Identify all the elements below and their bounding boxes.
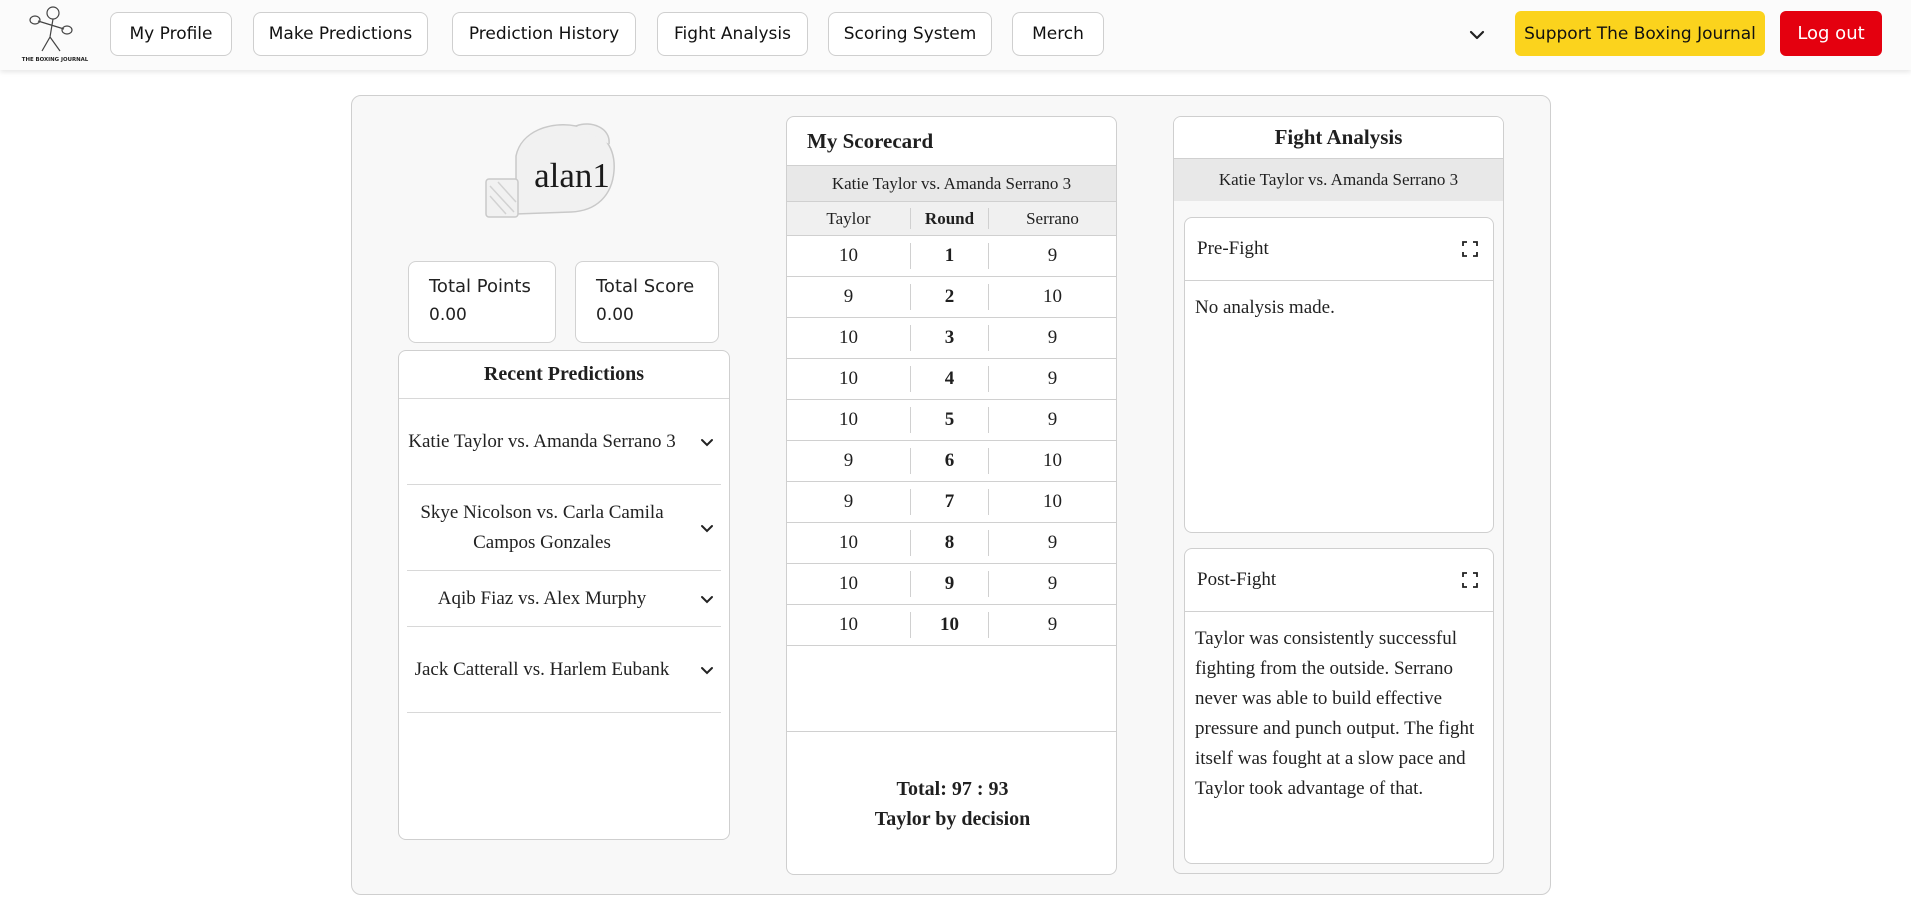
post-fight-header: Post-Fight xyxy=(1185,549,1493,612)
total-score-value: 0.00 xyxy=(596,305,634,325)
prediction-item[interactable]: Jack Catterall vs. Harlem Eubank xyxy=(407,627,721,713)
score-right: 9 xyxy=(1047,245,1058,266)
scorecard-row: 10 9 9 xyxy=(787,564,1116,605)
scorecard-result: Taylor by decision xyxy=(874,808,1031,830)
chevron-down-icon[interactable] xyxy=(699,434,715,450)
total-points-card: Total Points 0.00 xyxy=(408,261,556,343)
round-number: 3 xyxy=(911,325,989,351)
expand-icon[interactable] xyxy=(1461,240,1479,258)
nav-prediction-history[interactable]: Prediction History xyxy=(452,12,636,56)
support-button[interactable]: Support The Boxing Journal xyxy=(1515,11,1765,56)
round-number: 6 xyxy=(911,448,989,474)
scorecard-row: 10 10 9 xyxy=(787,605,1116,646)
score-left: 10 xyxy=(787,243,911,269)
round-number: 10 xyxy=(911,612,989,638)
scorecard-row: 9 7 10 xyxy=(787,482,1116,523)
round-number: 1 xyxy=(911,243,989,269)
top-navbar: THE BOXING JOURNAL My Profile Make Predi… xyxy=(0,0,1911,70)
fight-analysis-title: Fight Analysis xyxy=(1174,117,1503,158)
scorecard-header-row: Taylor Round Serrano xyxy=(787,201,1116,236)
chevron-down-icon[interactable] xyxy=(699,662,715,678)
total-score-card: Total Score 0.00 xyxy=(575,261,719,343)
score-left: 10 xyxy=(787,571,911,597)
header-round: Round xyxy=(911,208,989,229)
score-right: 10 xyxy=(1043,286,1062,307)
recent-predictions-title: Recent Predictions xyxy=(399,351,729,399)
score-left: 9 xyxy=(787,284,911,310)
scorecard-row: 10 1 9 xyxy=(787,236,1116,277)
pre-fight-card: Pre-Fight No analysis made. xyxy=(1184,217,1494,533)
scorecard-row: 9 2 10 xyxy=(787,277,1116,318)
scorecard-row: 10 4 9 xyxy=(787,359,1116,400)
score-right: 9 xyxy=(1047,327,1058,348)
round-number: 4 xyxy=(911,366,989,392)
nav-scoring-system[interactable]: Scoring System xyxy=(828,12,992,56)
logo-text: THE BOXING JOURNAL xyxy=(22,57,89,63)
round-number: 5 xyxy=(911,407,989,433)
score-left: 10 xyxy=(787,366,911,392)
post-fight-text: Taylor was consistently successful fight… xyxy=(1195,628,1475,799)
score-left: 9 xyxy=(787,448,911,474)
prediction-label: Jack Catterall vs. Harlem Eubank xyxy=(414,658,670,680)
score-right: 10 xyxy=(1043,450,1062,471)
prediction-label: Aqib Fiaz vs. Alex Murphy xyxy=(437,587,647,609)
prediction-item[interactable]: Katie Taylor vs. Amanda Serrano 3 xyxy=(407,399,721,485)
prediction-label: Skye Nicolson vs. Carla Camila Campos Go… xyxy=(420,501,664,553)
total-score-label: Total Score xyxy=(596,276,695,297)
round-number: 7 xyxy=(911,489,989,515)
score-left: 10 xyxy=(787,612,911,638)
fight-analysis-panel: Fight Analysis Katie Taylor vs. Amanda S… xyxy=(1173,116,1504,874)
score-left: 10 xyxy=(787,407,911,433)
prediction-item[interactable]: Skye Nicolson vs. Carla Camila Campos Go… xyxy=(407,485,721,571)
score-right: 9 xyxy=(1047,614,1058,635)
post-fight-title: Post-Fight xyxy=(1197,569,1277,590)
boxing-journal-logo[interactable]: THE BOXING JOURNAL xyxy=(20,3,90,65)
prediction-label: Katie Taylor vs. Amanda Serrano 3 xyxy=(408,430,676,452)
score-right: 9 xyxy=(1047,409,1058,430)
expand-icon[interactable] xyxy=(1461,571,1479,589)
total-points-label: Total Points xyxy=(429,276,531,297)
recent-predictions-panel: Recent Predictions Katie Taylor vs. Aman… xyxy=(398,350,730,840)
chevron-down-icon[interactable] xyxy=(699,520,715,536)
fight-analysis-fight-name: Katie Taylor vs. Amanda Serrano 3 xyxy=(1174,158,1503,201)
nav-merch[interactable]: Merch xyxy=(1012,12,1104,56)
score-left: 9 xyxy=(787,489,911,515)
header-fighter-left: Taylor xyxy=(787,208,911,229)
score-right: 9 xyxy=(1047,368,1058,389)
scorecard-panel: My Scorecard Katie Taylor vs. Amanda Ser… xyxy=(786,116,1117,875)
scorecard-row: 10 5 9 xyxy=(787,400,1116,441)
scorecard-fight-name: Katie Taylor vs. Amanda Serrano 3 xyxy=(787,165,1116,201)
scorecard-row: 10 8 9 xyxy=(787,523,1116,564)
pre-fight-header: Pre-Fight xyxy=(1185,218,1493,281)
logout-button[interactable]: Log out xyxy=(1780,11,1882,56)
nav-make-predictions[interactable]: Make Predictions xyxy=(253,12,428,56)
nav-fight-analysis[interactable]: Fight Analysis xyxy=(657,12,808,56)
round-number: 9 xyxy=(911,571,989,597)
prediction-item[interactable]: Aqib Fiaz vs. Alex Murphy xyxy=(407,571,721,627)
scorecard-title: My Scorecard xyxy=(807,128,934,153)
round-number: 2 xyxy=(911,284,989,310)
score-left: 10 xyxy=(787,530,911,556)
score-right: 10 xyxy=(1043,491,1062,512)
post-fight-card: Post-Fight Taylor was consistently succe… xyxy=(1184,548,1494,864)
score-right: 9 xyxy=(1047,573,1058,594)
total-points-value: 0.00 xyxy=(429,305,467,325)
scorecard-row: 10 3 9 xyxy=(787,318,1116,359)
header-fighter-right: Serrano xyxy=(1026,208,1079,228)
round-number: 8 xyxy=(911,530,989,556)
chevron-down-icon[interactable] xyxy=(699,591,715,607)
username: alan1 xyxy=(534,156,610,195)
scorecard-row: 9 6 10 xyxy=(787,441,1116,482)
profile-dashboard: alan1 Total Points 0.00 Total Score 0.00… xyxy=(351,95,1551,895)
score-right: 9 xyxy=(1047,532,1058,553)
scorecard-summary: Total: 97 : 93 Taylor by decision xyxy=(787,731,1116,874)
scorecard-total: Total: 97 : 93 xyxy=(896,778,1009,800)
pre-fight-title: Pre-Fight xyxy=(1197,238,1269,259)
chevron-down-icon[interactable] xyxy=(1466,24,1488,46)
nav-my-profile[interactable]: My Profile xyxy=(110,12,232,56)
pre-fight-text: No analysis made. xyxy=(1195,297,1335,318)
score-left: 10 xyxy=(787,325,911,351)
